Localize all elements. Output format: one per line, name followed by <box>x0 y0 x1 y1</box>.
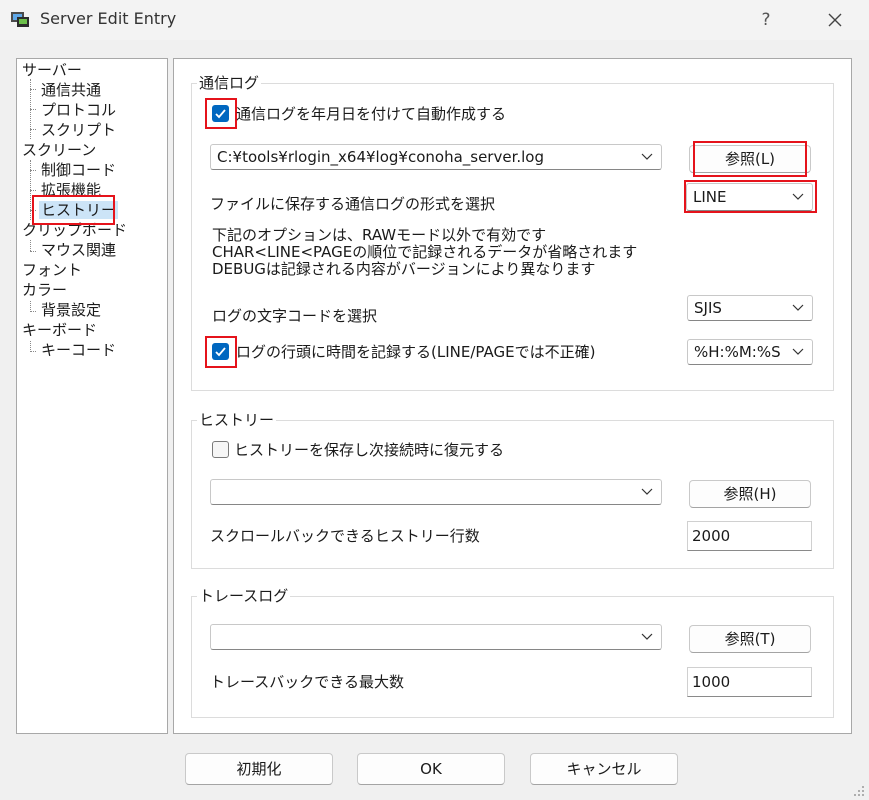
traceback-input[interactable]: 1000 <box>687 667 812 697</box>
log-format-value: LINE <box>693 188 727 206</box>
option-note-1: 下記のオプションは、RAWモード以外で有効です <box>212 226 547 244</box>
timestamp-checkbox[interactable] <box>212 343 229 360</box>
browse-log-button[interactable]: 参照(L) <box>689 145 811 173</box>
log-group-title: 通信ログ <box>197 73 262 93</box>
log-path-value: C:¥tools¥rlogin_x64¥log¥conoha_server.lo… <box>217 148 545 166</box>
reset-button[interactable]: 初期化 <box>185 753 333 785</box>
save-history-label: ヒストリーを保存し次接続時に復元する <box>234 441 505 459</box>
tree-item-extensions[interactable]: 拡張機能 <box>41 180 101 200</box>
chevron-down-icon <box>792 304 804 311</box>
log-path-combo[interactable]: C:¥tools¥rlogin_x64¥log¥conoha_server.lo… <box>210 144 662 170</box>
save-history-checkbox[interactable] <box>212 441 229 458</box>
chevron-down-icon <box>641 633 653 640</box>
chevron-down-icon <box>641 488 653 495</box>
help-button[interactable]: ? <box>752 6 780 34</box>
tree-item-history-label: ヒストリー <box>39 201 119 219</box>
traceback-value: 1000 <box>692 673 731 691</box>
timestamp-format-combo[interactable]: %H:%M:%S <box>687 339 813 365</box>
option-note-3: DEBUGは記録される内容がバージョンにより異なります <box>212 260 596 278</box>
tree-item-history[interactable]: ヒストリー <box>39 200 119 220</box>
timestamp-format-value: %H:%M:%S <box>694 343 781 361</box>
charset-value: SJIS <box>694 299 722 317</box>
tree-item-mouse[interactable]: マウス関連 <box>41 240 116 260</box>
browse-history-button[interactable]: 参照(H) <box>689 480 811 508</box>
tree-item-keycode[interactable]: キーコード <box>41 340 116 360</box>
charset-label: ログの文字コードを選択 <box>212 307 378 325</box>
history-path-combo[interactable] <box>210 479 662 505</box>
scrollback-input[interactable]: 2000 <box>687 521 812 551</box>
close-button[interactable] <box>820 6 850 34</box>
chevron-down-icon <box>792 348 804 355</box>
ok-button[interactable]: OK <box>357 753 505 785</box>
log-format-label: ファイルに保存する通信ログの形式を選択 <box>210 195 496 213</box>
log-format-combo[interactable]: LINE <box>686 183 813 211</box>
tree-item-protocol[interactable]: プロトコル <box>41 100 116 120</box>
charset-combo[interactable]: SJIS <box>687 295 813 321</box>
scrollback-label: スクロールバックできるヒストリー行数 <box>210 527 480 545</box>
app-icon <box>10 9 30 29</box>
chevron-down-icon <box>641 153 653 160</box>
checkmark-icon <box>215 109 226 119</box>
window-title: Server Edit Entry <box>40 9 177 28</box>
tree-item-font[interactable]: フォント <box>22 260 82 280</box>
trace-group <box>191 596 834 718</box>
resize-grip-icon[interactable] <box>852 784 866 798</box>
timestamp-label: ログの行頭に時間を記録する(LINE/PAGEでは不正確) <box>236 343 596 361</box>
auto-create-log-label: 通信ログを年月日を付けて自動作成する <box>236 105 507 123</box>
tree-item-script[interactable]: スクリプト <box>41 120 116 140</box>
chevron-down-icon <box>792 193 804 200</box>
tree-item-clipboard[interactable]: クリップボード <box>22 220 127 240</box>
tree-item-server[interactable]: サーバー <box>22 60 82 80</box>
traceback-label: トレースバックできる最大数 <box>210 673 404 691</box>
tree-item-control-code[interactable]: 制御コード <box>41 160 116 180</box>
cancel-button[interactable]: キャンセル <box>530 753 678 785</box>
history-group-title: ヒストリー <box>197 410 277 430</box>
tree-item-keyboard[interactable]: キーボード <box>22 320 97 340</box>
tree-item-comm-common[interactable]: 通信共通 <box>41 80 101 100</box>
trace-path-combo[interactable] <box>210 624 662 650</box>
scrollback-value: 2000 <box>692 527 731 545</box>
option-note-2: CHAR<LINE<PAGEの順位で記録されるデータが省略されます <box>212 243 638 261</box>
trace-group-title: トレースログ <box>197 586 291 606</box>
auto-create-log-checkbox[interactable] <box>212 105 229 122</box>
tree-item-background[interactable]: 背景設定 <box>41 300 101 320</box>
tree-item-screen[interactable]: スクリーン <box>22 140 96 160</box>
tree-item-color[interactable]: カラー <box>22 280 67 300</box>
browse-trace-button[interactable]: 参照(T) <box>689 625 811 653</box>
settings-tree[interactable]: サーバー 通信共通 プロトコル スクリプト スクリーン 制御コード 拡張機能 ヒ… <box>16 58 168 734</box>
close-icon <box>828 13 842 27</box>
checkmark-icon <box>215 347 226 357</box>
